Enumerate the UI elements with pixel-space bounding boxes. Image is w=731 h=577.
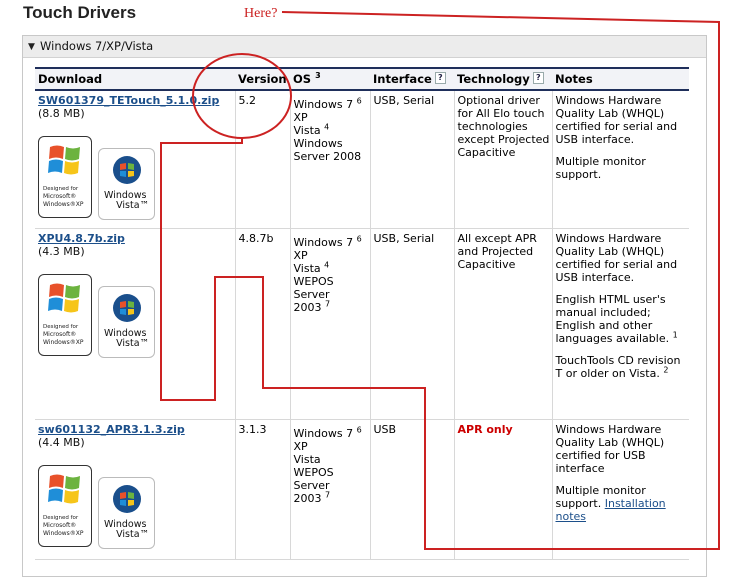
annotation-overlay xyxy=(160,11,720,550)
annotation-path xyxy=(160,11,720,550)
annotation-circle xyxy=(192,53,292,139)
